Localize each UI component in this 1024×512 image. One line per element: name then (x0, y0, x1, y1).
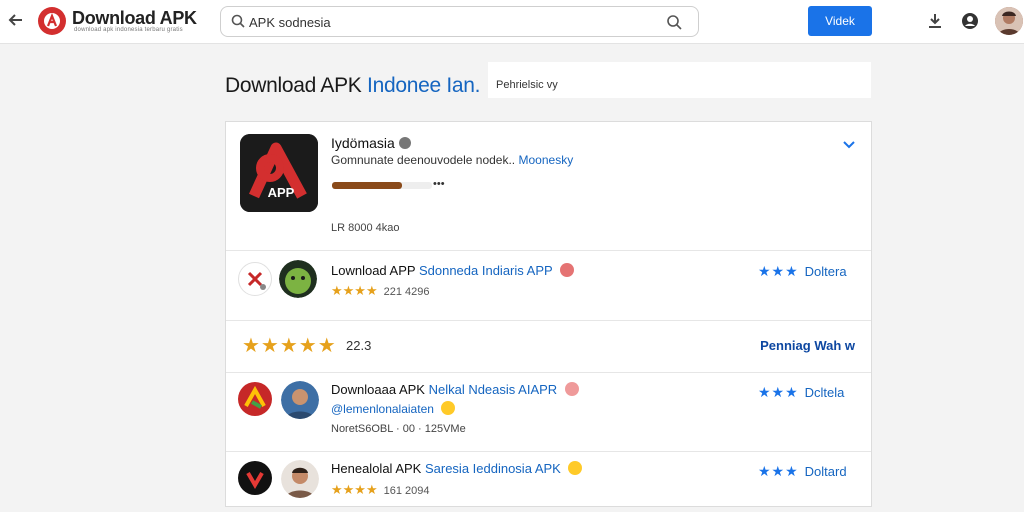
smile-emoji-icon (441, 401, 456, 415)
item-title[interactable]: Downloaaa APK Nelkal Ndeasis AIAPR (331, 382, 579, 397)
item-subtitle[interactable]: @lemenlonalaiaten (331, 401, 456, 416)
featured-app-card[interactable]: APP Iydömasia Gomnunate deenouvodele nod… (226, 122, 871, 251)
back-arrow-icon[interactable] (6, 10, 26, 30)
featured-app-meta: LR 8000 4kao (331, 222, 400, 234)
user-avatar[interactable] (995, 7, 1023, 35)
top-bar: Download APK download apk indonesia terb… (0, 0, 1024, 44)
download-icon[interactable] (925, 11, 945, 31)
app-logo-icon (238, 461, 272, 495)
list-item[interactable]: Downloaaa APK Nelkal Ndeasis AIAPR @leme… (226, 373, 871, 452)
download-progress-fill (332, 182, 402, 189)
rating-stars: ★★★★ 161 2094 (331, 482, 430, 497)
search-submit-icon[interactable] (666, 14, 682, 35)
pending-link[interactable]: Penniag Wah w (760, 338, 855, 353)
filter-label: Pehrielsic vy (496, 79, 558, 91)
item-meta: NoretS6OBL · 00 · 125VMe (331, 423, 466, 435)
page-title: Download APK Indonee Ian. (225, 74, 481, 97)
brand-name[interactable]: Download APK (72, 8, 197, 29)
emoji-icon (560, 263, 575, 277)
featured-app-icon: APP (240, 134, 318, 212)
brand-logo[interactable] (38, 7, 66, 35)
list-item[interactable]: Henealolal APK Saresia Ieddinosia APK ★★… (226, 452, 871, 508)
item-action-link[interactable]: ★★★ Doltera (758, 263, 847, 280)
featured-app-description: Gomnunate deenouvodele nodek.. Moonesky (331, 153, 574, 167)
app-logo-icon (238, 382, 272, 416)
rating-value: 22.3 (346, 338, 372, 353)
filter-dropdown[interactable]: Pehrielsic vy (488, 62, 871, 98)
download-progress-bar (332, 182, 432, 189)
featured-app-icon-label: APP (268, 185, 295, 200)
rating-stars: ★★★★ 221 4296 (331, 283, 430, 298)
featured-app-title[interactable]: Iydömasia (331, 135, 411, 151)
rating-summary-row: ★★★★★ 22.3 Penniag Wah w (226, 321, 871, 373)
android-avatar (279, 260, 317, 298)
search-bar[interactable] (220, 6, 699, 37)
item-action-link[interactable]: ★★★ Doltard (758, 463, 847, 480)
app-logo-icon (238, 262, 272, 296)
emoji-icon (568, 461, 583, 475)
search-icon (231, 14, 245, 33)
list-item[interactable]: Lownload APP Sdonneda Indiaris APP ★★★★ 2… (226, 251, 871, 321)
chevron-down-icon[interactable] (841, 136, 857, 152)
featured-app-link[interactable]: Moonesky (519, 153, 574, 167)
big-rating-stars: ★★★★★ (242, 335, 337, 357)
header-action-button[interactable]: Videk (808, 6, 872, 36)
item-title[interactable]: Lownload APP Sdonneda Indiaris APP (331, 263, 575, 278)
results-panel: APP Iydömasia Gomnunate deenouvodele nod… (225, 121, 872, 507)
verified-icon (398, 137, 411, 149)
progress-dots: ••• (433, 178, 445, 190)
item-title[interactable]: Henealolal APK Saresia Ieddinosia APK (331, 461, 583, 476)
person-avatar (281, 381, 319, 419)
item-action-link[interactable]: ★★★ Dcltela (758, 384, 844, 401)
brand-tagline: download apk indonesia terbaru gratis (74, 27, 183, 33)
search-input[interactable] (249, 12, 649, 32)
person-avatar (281, 460, 319, 498)
emoji-icon (564, 382, 579, 396)
account-circle-icon[interactable] (960, 11, 980, 31)
